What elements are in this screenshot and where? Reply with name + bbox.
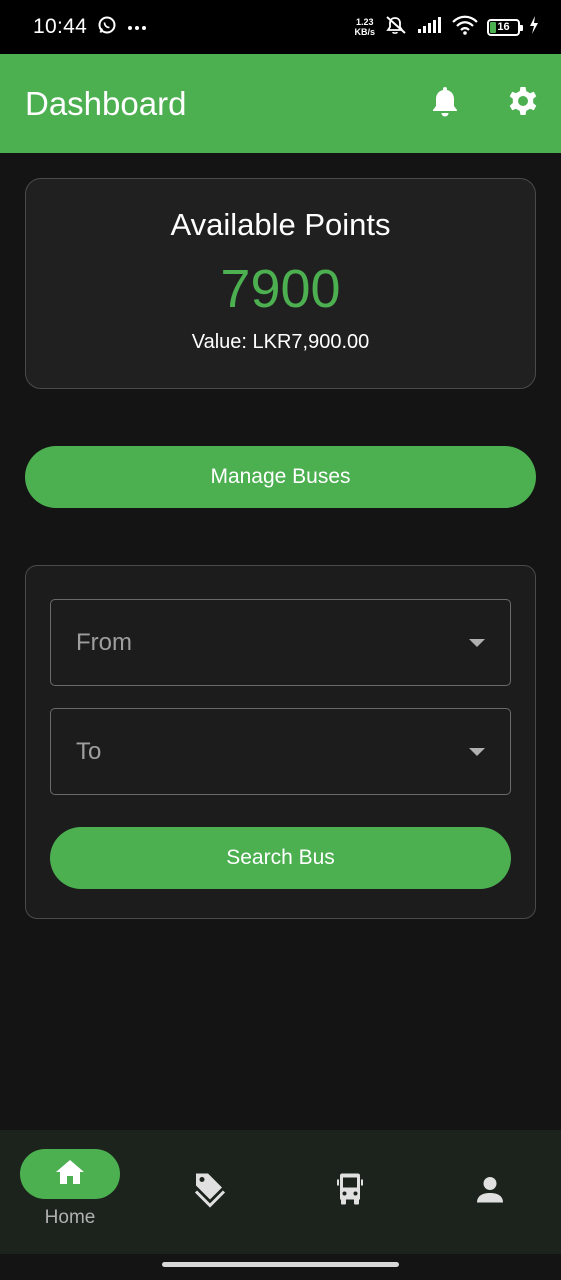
nav-item-offers[interactable] bbox=[140, 1130, 280, 1254]
more-dots-icon bbox=[127, 18, 147, 36]
battery-level: 16 bbox=[497, 21, 510, 33]
gesture-handle[interactable] bbox=[162, 1262, 399, 1267]
gesture-area bbox=[0, 1254, 561, 1280]
to-placeholder: To bbox=[76, 737, 102, 765]
from-dropdown[interactable]: From bbox=[50, 599, 511, 686]
app-bar: Dashboard bbox=[0, 54, 561, 153]
nav-label-home: Home bbox=[44, 1207, 96, 1228]
status-time: 10:44 bbox=[33, 15, 88, 38]
nav-active-indicator bbox=[20, 1149, 120, 1199]
wifi-icon bbox=[452, 15, 478, 40]
dropdown-arrow-icon bbox=[469, 743, 485, 761]
page-title: Dashboard bbox=[25, 84, 187, 122]
home-icon bbox=[55, 1159, 85, 1190]
tag-icon bbox=[194, 1172, 226, 1213]
status-left: 10:44 bbox=[33, 15, 147, 40]
net-speed-unit: KB/s bbox=[354, 27, 375, 37]
dropdown-arrow-icon bbox=[469, 634, 485, 652]
gear-icon bbox=[507, 85, 539, 122]
app-actions bbox=[427, 86, 541, 122]
status-right: 1.23 KB/s 16 bbox=[354, 14, 539, 41]
mute-icon bbox=[384, 14, 408, 41]
signal-icon bbox=[417, 16, 443, 39]
to-dropdown[interactable]: To bbox=[50, 708, 511, 795]
bus-search-card: From To Search Bus bbox=[25, 565, 536, 919]
from-placeholder: From bbox=[76, 628, 132, 656]
points-card: Available Points 7900 Value: LKR7,900.00 bbox=[25, 178, 536, 389]
nav-item-profile[interactable] bbox=[420, 1130, 560, 1254]
person-icon bbox=[476, 1176, 504, 1209]
whatsapp-icon bbox=[97, 15, 117, 40]
charging-icon bbox=[529, 15, 539, 39]
bus-icon bbox=[336, 1173, 364, 1211]
bell-icon bbox=[430, 85, 460, 122]
bottom-navigation: Home bbox=[0, 1130, 561, 1254]
points-value: 7900 bbox=[220, 259, 341, 319]
manage-buses-button[interactable]: Manage Buses bbox=[25, 446, 536, 508]
settings-button[interactable] bbox=[505, 86, 541, 122]
search-bus-button[interactable]: Search Bus bbox=[50, 827, 511, 889]
battery-icon: 16 bbox=[487, 18, 523, 36]
net-speed: 1.23 KB/s bbox=[354, 17, 375, 37]
points-title: Available Points bbox=[170, 207, 391, 242]
status-bar: 10:44 1.23 KB/s 16 bbox=[0, 0, 561, 54]
points-monetary-value: Value: LKR7,900.00 bbox=[191, 331, 370, 353]
nav-item-bus[interactable] bbox=[280, 1130, 420, 1254]
net-speed-value: 1.23 bbox=[355, 17, 374, 27]
notifications-button[interactable] bbox=[427, 86, 463, 122]
nav-item-home[interactable]: Home bbox=[0, 1130, 140, 1254]
